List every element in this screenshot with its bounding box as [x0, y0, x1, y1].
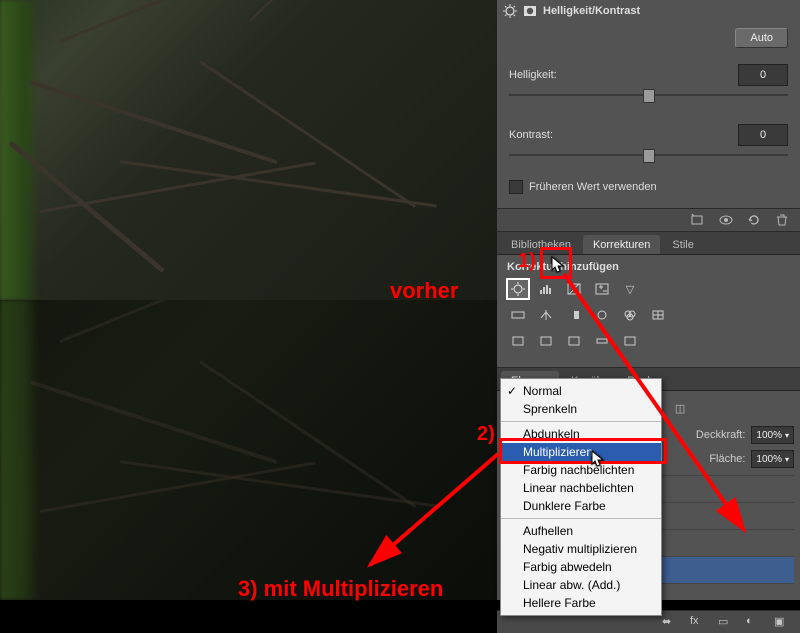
group-icon[interactable]: ▣: [774, 615, 790, 629]
tab-stile[interactable]: Stile: [662, 235, 703, 254]
eye-icon[interactable]: [718, 213, 734, 227]
annotation-before: vorher: [390, 278, 458, 304]
blend-aufhellen[interactable]: Aufhellen: [501, 522, 661, 540]
trash-icon[interactable]: [774, 213, 790, 227]
adj-invert-icon[interactable]: [507, 331, 529, 351]
adj-channel-mixer-icon[interactable]: [619, 305, 641, 325]
adj-threshold-icon[interactable]: [563, 331, 585, 351]
properties-title: Helligkeit/Kontrast: [543, 5, 640, 17]
brightness-label: Helligkeit:: [509, 69, 579, 81]
adj-photo-filter-icon[interactable]: [591, 305, 613, 325]
contrast-slider[interactable]: [509, 148, 788, 162]
annotation-after: 3) mit Multiplizieren: [238, 576, 443, 602]
adj-selective-color-icon[interactable]: [619, 331, 641, 351]
annotation-box-1: [540, 247, 572, 279]
blend-linear-abw[interactable]: Linear abw. (Add.): [501, 576, 661, 594]
adj-curves-icon[interactable]: [563, 279, 585, 299]
brightness-slider[interactable]: [509, 88, 788, 102]
adj-vibrance-icon[interactable]: ▽: [619, 279, 641, 299]
adj-gradient-map-icon[interactable]: [591, 331, 613, 351]
auto-button[interactable]: Auto: [735, 28, 788, 48]
blend-farbig-abwedeln[interactable]: Farbig abwedeln: [501, 558, 661, 576]
fx-icon[interactable]: fx: [690, 615, 706, 629]
properties-footer: [497, 208, 800, 231]
mask-icon: [523, 4, 537, 18]
contrast-label: Kontrast:: [509, 129, 579, 141]
blend-hellere-farbe[interactable]: Hellere Farbe: [501, 594, 661, 612]
fill-label: Fläche:: [709, 453, 745, 465]
opacity-field[interactable]: 100%▾: [751, 426, 794, 444]
image-before: [0, 0, 497, 300]
legacy-label: Früheren Wert verwenden: [529, 181, 657, 193]
blend-mode-menu[interactable]: Normal Sprenkeln Abdunkeln Multipliziere…: [500, 378, 662, 616]
adj-brightness-contrast-icon[interactable]: [507, 279, 529, 299]
brightness-contrast-icon: [503, 4, 517, 18]
fill-field[interactable]: 100%▾: [751, 450, 794, 468]
adj-color-lookup-icon[interactable]: [647, 305, 669, 325]
annotation-step2: 2): [477, 423, 495, 446]
blend-linear-nachbelichten[interactable]: Linear nachbelichten: [501, 479, 661, 497]
adj-posterize-icon[interactable]: [535, 331, 557, 351]
legacy-checkbox[interactable]: [509, 180, 523, 194]
adj-color-balance-icon[interactable]: [535, 305, 557, 325]
tab-korrekturen[interactable]: Korrekturen: [583, 235, 660, 254]
clip-icon[interactable]: [690, 213, 706, 227]
adj-bw-icon[interactable]: [563, 305, 585, 325]
adj-levels-icon[interactable]: [535, 279, 557, 299]
filter-smart-icon[interactable]: ◫: [671, 399, 689, 417]
blend-sprenkeln[interactable]: Sprenkeln: [501, 400, 661, 418]
mask-add-icon[interactable]: ▭: [718, 615, 734, 629]
adj-hue-icon[interactable]: [507, 305, 529, 325]
new-adj-icon[interactable]: ◐: [746, 615, 762, 629]
document-canvas: vorher 3) mit Multiplizieren: [0, 0, 497, 600]
blend-negativ-multiplizieren[interactable]: Negativ multiplizieren: [501, 540, 661, 558]
image-after: [0, 300, 497, 600]
properties-panel: Helligkeit/Kontrast Auto Helligkeit: Kon…: [497, 0, 800, 232]
blend-normal[interactable]: Normal: [501, 382, 661, 400]
annotation-box-2: [499, 438, 667, 464]
adj-exposure-icon[interactable]: [591, 279, 613, 299]
brightness-input[interactable]: [738, 64, 788, 86]
opacity-label: Deckkraft:: [696, 429, 746, 441]
contrast-input[interactable]: [738, 124, 788, 146]
reset-icon[interactable]: [746, 213, 762, 227]
blend-dunklere-farbe[interactable]: Dunklere Farbe: [501, 497, 661, 515]
annotation-step1: 1): [518, 250, 536, 273]
link-icon[interactable]: ⬌: [662, 615, 678, 629]
